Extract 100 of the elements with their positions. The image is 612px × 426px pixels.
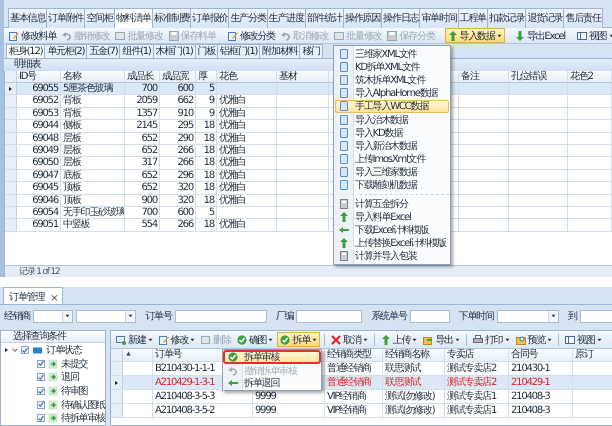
menu-item[interactable]: 计算并导入包装 [335, 250, 449, 263]
tab[interactable]: 基本信息 [8, 8, 48, 28]
table-cell: 18 [204, 120, 214, 132]
menu-item[interactable]: KD拆单XML文件 [335, 60, 449, 74]
menu-item[interactable]: 筑木拆单XML文件 [335, 73, 449, 87]
menu-item[interactable]: 导入新治木数据 [335, 139, 449, 152]
column-header[interactable]: 花色 [219, 71, 237, 82]
toolbar-button[interactable]: 修改 [156, 332, 198, 348]
tab[interactable]: 移门 [299, 44, 323, 58]
tab[interactable]: 门板 [194, 44, 218, 58]
column-header[interactable]: 孔位错误 [511, 71, 546, 82]
menu-item[interactable]: 导入AlphaHome数据 [335, 86, 449, 100]
tab[interactable]: 附加材料 [259, 44, 300, 58]
toolbar-button[interactable]: 确图 [234, 332, 276, 348]
toolbar-button[interactable]: 预览 [514, 332, 554, 348]
tab[interactable]: 操作原因 [343, 8, 382, 28]
menu-item[interactable]: 导入KD数据 [335, 126, 449, 140]
menu-item[interactable]: 导入料单Excel [335, 210, 449, 224]
tab[interactable]: 标准制费 [152, 8, 192, 28]
tab[interactable]: 工程单 [458, 8, 488, 28]
tree-item[interactable]: 未提交 [61, 356, 88, 371]
toolbar-button[interactable]: 新建 [114, 332, 155, 348]
toolbar-button[interactable]: 修改料单 [7, 28, 58, 43]
toolbar-button[interactable]: 拆单 [277, 332, 320, 348]
menu-item[interactable]: 上传ImosXml文件 [335, 152, 449, 166]
toolbar-button[interactable]: 上传 [378, 332, 420, 348]
column-header[interactable]: 基材 [279, 71, 297, 82]
table-cell: 5 [208, 206, 214, 218]
tab[interactable]: 木框门(1) [152, 44, 196, 58]
input-field[interactable] [296, 310, 362, 323]
table-cell: 554 [142, 219, 157, 230]
menu-item[interactable]: 下载雕刻机数据 [335, 178, 449, 192]
tab[interactable]: 退货记录 [525, 8, 564, 28]
menu-item[interactable]: 拆单退回 [224, 377, 320, 389]
column-header[interactable]: ID号 [19, 71, 36, 82]
input-field[interactable] [410, 310, 450, 323]
table-cell: 600 [178, 206, 193, 218]
tab[interactable]: 空间柜 [84, 8, 115, 28]
close-button[interactable]: × [50, 293, 58, 304]
column-header[interactable]: 厚 [198, 71, 207, 82]
column-header[interactable]: 花色2 [570, 71, 593, 82]
toolbar-button[interactable]: 视图 [563, 332, 604, 348]
tab[interactable]: 生产进度 [266, 8, 306, 28]
table-cell: VIP经销商 [327, 391, 366, 402]
table-cell: 18 [204, 144, 214, 156]
expand-icon[interactable] [12, 347, 18, 354]
tab[interactable]: 五金(7) [86, 44, 120, 58]
tab[interactable]: 扣款记录 [487, 8, 526, 28]
left-arrow-icon [339, 225, 349, 236]
calculator-icon [339, 251, 349, 262]
menu-item[interactable]: 上传替换Excel计料模版 [335, 236, 449, 250]
table-cell: B210430-1-1-1 [155, 363, 214, 374]
table-cell: 210408-3 [511, 405, 550, 416]
toolbar-button[interactable]: 导出 [421, 332, 462, 348]
tree-item[interactable]: 待审图 [61, 384, 88, 398]
tab[interactable]: 组件(1) [119, 44, 154, 58]
checkbox[interactable] [37, 360, 45, 368]
tab[interactable]: 审单时间 [419, 8, 459, 28]
column-header[interactable]: 合同号 [511, 349, 538, 360]
tab[interactable]: 物料清单 [114, 8, 154, 29]
tree-item[interactable]: 订单状态 [46, 343, 82, 358]
column-header[interactable]: 名称 [63, 71, 81, 82]
tab[interactable]: 柜身(12) [6, 44, 46, 58]
toolbar-button[interactable]: 导入数据 [444, 28, 505, 43]
column-header[interactable]: 订单号 [155, 349, 182, 360]
tab[interactable]: 操作日志 [381, 8, 420, 28]
table-cell: 320 [178, 194, 193, 206]
view-icon [576, 30, 587, 40]
window-tab[interactable]: 订单管理 × [3, 287, 64, 304]
toolbar-button[interactable]: 打印 [470, 332, 512, 348]
table-cell: 210429-1 [511, 377, 550, 388]
tree-item[interactable]: 待确认图纸 [61, 398, 106, 412]
tree-item[interactable]: 待拆单审核 [61, 411, 106, 426]
checkbox[interactable] [37, 400, 45, 409]
tree-item[interactable]: 退回 [61, 370, 79, 384]
input-field[interactable] [174, 310, 267, 323]
toolbar-button[interactable]: 修改分类 [226, 28, 278, 43]
toolbar-button[interactable]: 取消 [329, 332, 370, 348]
column-header[interactable]: 成品长 [127, 71, 154, 82]
tab[interactable]: 订单附件 [46, 8, 86, 28]
menu-item[interactable]: 拆单审核 [224, 351, 320, 363]
toolbar-button[interactable]: 视图 [574, 28, 612, 43]
menu-item[interactable]: 下载Excel计料模版 [335, 223, 449, 237]
checkbox[interactable] [37, 414, 45, 422]
tab[interactable]: 订单报价 [190, 8, 230, 28]
checkbox[interactable] [37, 387, 45, 396]
tab[interactable]: 部件统计 [304, 8, 344, 28]
menu-item[interactable]: 导入三维家数据 [335, 166, 449, 179]
tab[interactable]: 生产分类 [228, 8, 268, 28]
toolbar-button[interactable]: 导出Excel [512, 28, 567, 43]
checkbox[interactable] [37, 373, 45, 382]
checkbox[interactable] [21, 346, 29, 354]
column-header[interactable]: 原订 [575, 349, 593, 360]
tab[interactable]: 单元柜(2) [44, 44, 88, 58]
tab[interactable]: 售后责任 [563, 8, 603, 28]
menu-item[interactable]: 手工导入WCC数据 [335, 100, 449, 113]
menu-item[interactable]: 导入治木数据 [335, 112, 449, 126]
menu-item[interactable]: 三维家XML文件 [335, 47, 449, 60]
tab[interactable]: 铝框门(1) [217, 44, 260, 58]
menu-item[interactable]: 计算五金拆分 [335, 197, 449, 210]
